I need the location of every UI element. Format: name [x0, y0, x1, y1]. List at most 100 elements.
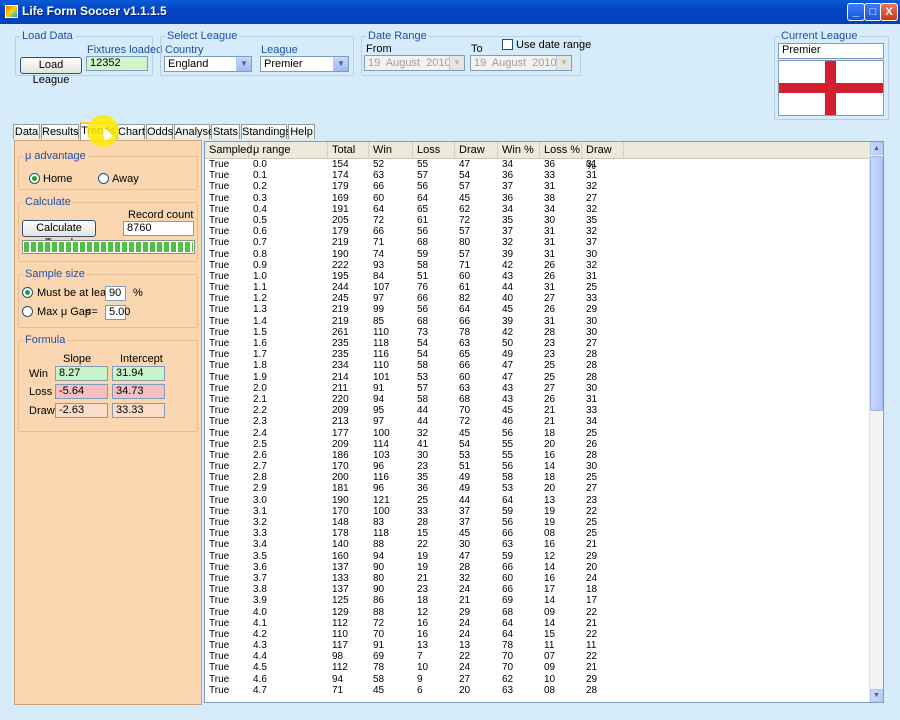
tab-help[interactable]: Help [288, 124, 315, 139]
table-row[interactable]: True 0.0 154 52 55 47 34 36 31 [205, 159, 871, 170]
table-row[interactable]: True 3.4 140 88 22 30 63 16 21 [205, 539, 871, 550]
table-row[interactable]: True 3.2 148 83 28 37 56 19 25 [205, 517, 871, 528]
max-mu-gap-radio[interactable] [22, 306, 33, 317]
table-cell: 137 [332, 561, 349, 573]
vertical-scrollbar[interactable]: ▲ ▼ [869, 142, 883, 702]
away-radio[interactable] [98, 173, 109, 184]
table-cell: 52 [373, 159, 385, 170]
table-cell: 91 [373, 382, 385, 394]
table-row[interactable]: True 1.3 219 99 56 64 45 26 29 [205, 304, 871, 315]
table-row[interactable]: True 1.0 195 84 51 60 43 26 31 [205, 271, 871, 282]
table-cell: 68 [417, 315, 429, 327]
column-header[interactable]: Win % [498, 142, 540, 158]
table-row[interactable]: True 1.7 235 116 54 65 49 23 28 [205, 349, 871, 360]
table-cell: 84 [373, 270, 385, 282]
table-row[interactable]: True 1.6 235 118 54 63 50 23 27 [205, 338, 871, 349]
column-header[interactable]: Total [328, 142, 369, 158]
column-header[interactable]: Draw % [582, 142, 624, 172]
tab-data[interactable]: Data [13, 124, 40, 139]
from-date-picker[interactable]: 19 August 2010 ▼ [364, 55, 465, 71]
table-row[interactable]: True 4.6 94 58 9 27 62 10 29 [205, 674, 871, 685]
column-header[interactable]: Loss [413, 142, 455, 158]
column-header[interactable]: Win [369, 142, 413, 158]
close-button[interactable]: X [880, 3, 898, 21]
country-select[interactable]: England ▼ [164, 56, 252, 72]
max-mu-gap-field[interactable]: 5.00 [105, 305, 130, 320]
scroll-up-icon[interactable]: ▲ [870, 142, 883, 155]
table-row[interactable]: True 4.7 71 45 6 20 63 08 28 [205, 685, 871, 696]
table-row[interactable]: True 2.3 213 97 44 72 46 21 34 [205, 416, 871, 427]
scroll-thumb[interactable] [870, 156, 883, 411]
table-row[interactable]: True 2.0 211 91 57 63 43 27 30 [205, 383, 871, 394]
tab-results[interactable]: Results [41, 124, 79, 139]
table-row[interactable]: True 0.7 219 71 68 80 32 31 37 [205, 237, 871, 248]
table-row[interactable]: True 2.6 186 103 30 53 55 16 28 [205, 450, 871, 461]
table-row[interactable]: True 0.9 222 93 58 71 42 26 32 [205, 260, 871, 271]
table-cell: True [209, 617, 230, 629]
table-row[interactable]: True 2.2 209 95 44 70 45 21 33 [205, 405, 871, 416]
table-row[interactable]: True 4.2 110 70 16 24 64 15 22 [205, 629, 871, 640]
table-cell: 27 [544, 382, 556, 394]
table-row[interactable]: True 2.7 170 96 23 51 56 14 30 [205, 461, 871, 472]
table-row[interactable]: True 3.7 133 80 21 32 60 16 24 [205, 573, 871, 584]
load-league-button[interactable]: Load League [20, 57, 82, 86]
tab-analyse[interactable]: Analyse [174, 124, 214, 139]
table-row[interactable]: True 1.9 214 101 53 60 47 25 28 [205, 372, 871, 383]
table-cell: 68 [459, 393, 471, 405]
table-row[interactable]: True 2.1 220 94 58 68 43 26 31 [205, 394, 871, 405]
table-row[interactable]: True 1.5 261 110 73 78 42 28 30 [205, 327, 871, 338]
scroll-down-icon[interactable]: ▼ [870, 689, 883, 702]
table-row[interactable]: True 0.3 169 60 64 45 36 38 27 [205, 193, 871, 204]
table-row[interactable]: True 0.8 190 74 59 57 39 31 30 [205, 249, 871, 260]
table-row[interactable]: True 1.4 219 85 68 66 39 31 30 [205, 316, 871, 327]
table-row[interactable]: True 4.3 117 91 13 13 78 11 11 [205, 640, 871, 651]
tab-odds[interactable]: Odds [146, 124, 173, 139]
column-header[interactable]: Loss % [540, 142, 582, 158]
table-row[interactable]: True 3.1 170 100 33 37 59 19 22 [205, 506, 871, 517]
table-row[interactable]: True 3.5 160 94 19 47 59 12 29 [205, 551, 871, 562]
table-row[interactable]: True 3.8 137 90 23 24 66 17 18 [205, 584, 871, 595]
table-cell: 57 [417, 170, 429, 182]
calculate-trend-button[interactable]: Calculate Trend [22, 220, 96, 249]
table-row[interactable]: True 0.2 179 66 56 57 37 31 32 [205, 181, 871, 192]
tab-stats[interactable]: Stats [211, 124, 240, 139]
tab-standings[interactable]: Standings [241, 124, 291, 139]
table-row[interactable]: True 2.4 177 100 32 45 56 18 25 [205, 428, 871, 439]
table-row[interactable]: True 3.3 178 118 15 45 66 08 25 [205, 528, 871, 539]
table-row[interactable]: True 4.5 112 78 10 24 70 09 21 [205, 662, 871, 673]
table-row[interactable]: True 2.8 200 116 35 49 58 18 25 [205, 472, 871, 483]
table-row[interactable]: True 0.4 191 64 65 62 34 34 32 [205, 204, 871, 215]
table-cell: 63 [373, 170, 385, 182]
must-be-at-least-radio[interactable] [22, 287, 33, 298]
table-row[interactable]: True 4.4 98 69 7 22 70 07 22 [205, 651, 871, 662]
tab-chart[interactable]: Chart [117, 124, 145, 139]
win-intercept: 31.94 [112, 366, 165, 381]
use-date-range-checkbox[interactable] [502, 39, 513, 50]
table-row[interactable]: True 2.9 181 96 36 49 53 20 27 [205, 483, 871, 494]
table-row[interactable]: True 4.1 112 72 16 24 64 14 21 [205, 618, 871, 629]
table-row[interactable]: True 1.1 244 107 76 61 44 31 25 [205, 282, 871, 293]
mu-advantage-title: μ advantage [23, 150, 88, 162]
table-row[interactable]: True 3.9 125 86 18 21 69 14 17 [205, 595, 871, 606]
league-select[interactable]: Premier ▼ [260, 56, 349, 72]
table-cell: 33 [417, 505, 429, 517]
table-cell: 34 [502, 159, 514, 170]
table-cell: True [209, 315, 230, 327]
home-radio[interactable] [29, 173, 40, 184]
table-row[interactable]: True 3.0 190 121 25 44 64 13 23 [205, 495, 871, 506]
column-header[interactable]: Draw [455, 142, 498, 158]
table-row[interactable]: True 0.6 179 66 56 57 37 31 32 [205, 226, 871, 237]
table-row[interactable]: True 0.5 205 72 61 72 35 30 35 [205, 215, 871, 226]
to-date-picker[interactable]: 19 August 2010 ▼ [470, 55, 572, 71]
table-row[interactable]: True 0.1 174 63 57 54 36 33 31 [205, 170, 871, 181]
min-sample-field[interactable]: 90 [105, 286, 126, 301]
table-row[interactable]: True 4.0 129 88 12 29 68 09 22 [205, 607, 871, 618]
column-header[interactable]: Sampled [205, 142, 252, 158]
table-row[interactable]: True 1.8 234 110 58 66 47 25 28 [205, 360, 871, 371]
minimize-button[interactable]: _ [847, 3, 865, 21]
column-header[interactable]: μ range [249, 142, 328, 158]
table-row[interactable]: True 2.5 209 114 41 54 55 20 26 [205, 439, 871, 450]
trends-table[interactable]: Sampled μ range Total Win Loss Draw Win % Loss … [204, 141, 884, 703]
table-row[interactable]: True 3.6 137 90 19 28 66 14 20 [205, 562, 871, 573]
table-row[interactable]: True 1.2 245 97 66 82 40 27 33 [205, 293, 871, 304]
